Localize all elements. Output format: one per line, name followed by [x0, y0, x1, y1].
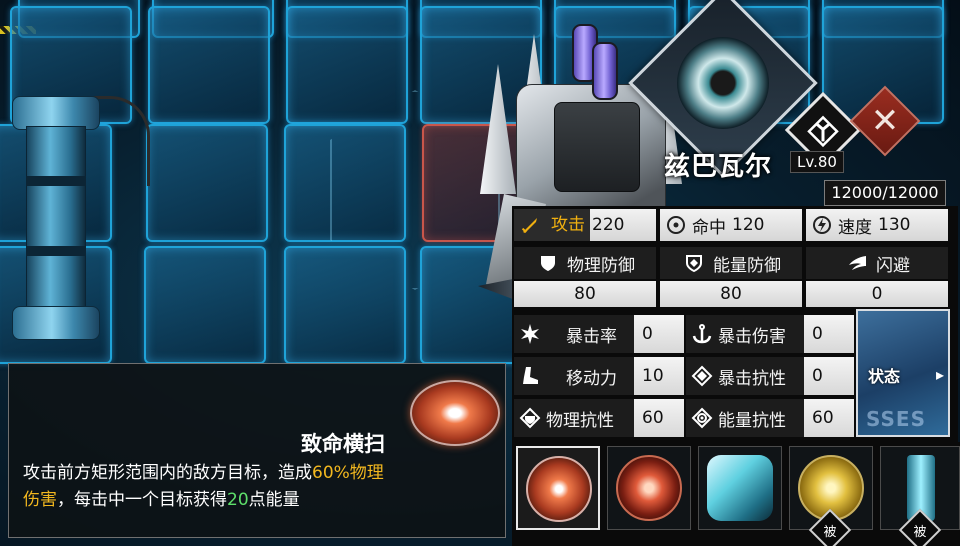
- grid-tile[interactable]: [146, 124, 268, 242]
- character-name: 兹巴瓦尔: [664, 152, 773, 182]
- stat-phys-def-label: 物理防御: [567, 255, 635, 276]
- status-watermark: SSES: [866, 407, 926, 431]
- skill-desc-highlight: 60%物理: [312, 463, 384, 483]
- stat-energy-def-label: 能量防御: [713, 255, 781, 276]
- stat-crit-res: 暴击抗性: [686, 357, 804, 395]
- speed-icon: [806, 209, 838, 241]
- stat-crit-dmg-label: 暴击伤害: [718, 326, 786, 347]
- stat-accuracy-value: 120: [732, 215, 765, 235]
- status-button[interactable]: 状态 ▸ SSES: [856, 309, 950, 437]
- energy-shield-icon: [681, 250, 707, 276]
- stat-accuracy-label: 命中: [692, 217, 726, 238]
- energy-res-icon: [686, 402, 718, 434]
- stat-crit-dmg-value: 0: [804, 315, 854, 353]
- stat-crit-rate-value: 0: [634, 315, 684, 353]
- status-label: 状态: [868, 367, 901, 386]
- phys-res-icon: [514, 402, 546, 434]
- passive-label: 被: [823, 524, 837, 540]
- character-level: Lv.80: [790, 151, 844, 173]
- stat-mobility: 移动力: [514, 357, 634, 395]
- stat-phys-res-label: 物理抗性: [546, 410, 614, 431]
- stat-speed: 速度 130: [806, 209, 948, 241]
- stat-attack-label: 攻击: [546, 209, 590, 241]
- skill-desc-text: 点能量: [248, 490, 300, 510]
- stat-mobility-value: 10: [634, 357, 684, 395]
- crit-res-icon: [686, 360, 718, 392]
- skill-desc-highlight: 伤害: [23, 490, 57, 510]
- stat-energy-def-header: 能量防御: [660, 247, 802, 279]
- stat-crit-res-label: 暴击抗性: [718, 368, 786, 389]
- wing-icon: [844, 250, 870, 276]
- stat-mobility-label: 移动力: [566, 368, 617, 389]
- slash-skill-icon: [410, 380, 500, 446]
- portrait-image: [657, 17, 789, 149]
- stat-phys-res: 物理抗性: [514, 399, 634, 437]
- crystal-icon: [707, 455, 773, 521]
- stat-evasion-header: 闪避: [806, 247, 948, 279]
- shield-icon: [535, 250, 561, 276]
- stat-attack: 攻击 220: [514, 209, 656, 241]
- stat-speed-label: 速度: [838, 217, 872, 238]
- slash-icon: [526, 456, 592, 522]
- stat-crit-rate: 暴击率: [514, 315, 634, 353]
- stat-speed-value: 130: [878, 215, 911, 235]
- stat-energy-res-value: 60: [804, 399, 854, 437]
- grid-tile[interactable]: [148, 6, 270, 124]
- skill-slot-3[interactable]: [698, 446, 782, 530]
- stat-energy-res-label: 能量抗性: [718, 410, 786, 431]
- hp-readout: 12000/12000: [824, 180, 946, 206]
- stat-accuracy: 命中 120: [660, 209, 802, 241]
- skill-desc-text: 攻击前方矩形范围内的敌方目标，造成: [23, 463, 312, 483]
- skill-title: 致命横扫: [301, 432, 385, 456]
- burst-icon: [514, 318, 546, 350]
- skill-description: 攻击前方矩形范围内的敌方目标，造成60%物理伤害，每击中一个目标获得20点能量: [23, 460, 498, 514]
- sword-icon: [514, 209, 546, 241]
- class-icon: [807, 115, 839, 148]
- stat-energy-def-value: 80: [660, 281, 802, 307]
- stat-attack-value: 220: [592, 215, 625, 235]
- burst-skill-icon: [616, 455, 682, 521]
- skill-slot-1[interactable]: [516, 446, 600, 530]
- stat-evasion-label: 闪避: [876, 255, 910, 276]
- stat-energy-res: 能量抗性: [686, 399, 804, 437]
- passive-label: 被: [913, 524, 927, 540]
- stat-crit-res-value: 0: [804, 357, 854, 395]
- skill-desc-energy: 20: [227, 490, 249, 510]
- stat-phys-def-value: 80: [514, 281, 656, 307]
- anchor-icon: [686, 318, 718, 350]
- stat-crit-rate-label: 暴击率: [566, 326, 617, 347]
- stat-crit-dmg: 暴击伤害: [686, 315, 804, 353]
- energy-pillar: [12, 96, 100, 368]
- skill-slot-2[interactable]: [607, 446, 691, 530]
- close-icon: ✕: [870, 101, 900, 141]
- skill-desc-text: ，每击中一个目标获得: [57, 490, 227, 510]
- grid-tile[interactable]: [144, 246, 266, 364]
- stat-evasion-value: 0: [806, 281, 948, 307]
- stat-phys-res-value: 60: [634, 399, 684, 437]
- boot-icon: [514, 360, 546, 392]
- crosshair-icon: [660, 209, 692, 241]
- chevron-right-icon: ▸: [935, 365, 944, 384]
- stat-phys-def-header: 物理防御: [514, 247, 656, 279]
